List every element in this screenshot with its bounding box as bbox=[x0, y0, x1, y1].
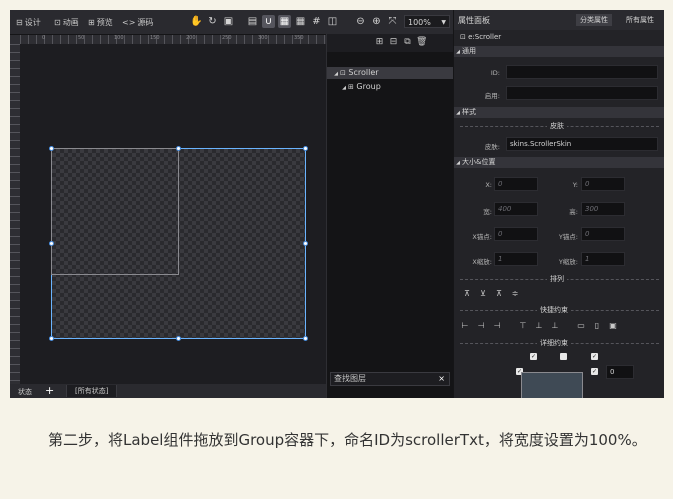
zoom-out-icon[interactable]: ⊖ bbox=[354, 15, 367, 28]
resize-handle-r[interactable] bbox=[303, 241, 308, 246]
ungroup-icon[interactable]: ⊟ bbox=[388, 37, 399, 48]
property-header: 属性面板 分类属性 所有属性 bbox=[454, 10, 664, 30]
width-field[interactable]: 400 bbox=[494, 202, 538, 216]
collapse-arrow-icon: ◢ bbox=[456, 49, 460, 55]
constraint-value-field[interactable]: 0 bbox=[606, 365, 634, 379]
layer-item-scroller[interactable]: ◢ ⊡ Scroller bbox=[327, 67, 459, 79]
snap-grid-icon[interactable]: # bbox=[310, 15, 323, 28]
align-icon[interactable]: ▦ bbox=[278, 15, 291, 28]
scale-y-field[interactable]: 1 bbox=[581, 252, 625, 266]
design-canvas[interactable] bbox=[20, 44, 326, 384]
x-field[interactable]: 0 bbox=[494, 177, 538, 191]
panel-title: 属性面板 bbox=[458, 16, 490, 25]
component-icon: ⊡ bbox=[340, 69, 346, 77]
object-name: ⊡ e:Scroller bbox=[460, 33, 502, 41]
y-field[interactable]: 0 bbox=[581, 177, 625, 191]
resize-handle-tr[interactable] bbox=[303, 146, 308, 151]
group-layer-icon: ⊞ bbox=[348, 83, 354, 91]
source-tab[interactable]: <> 源码 bbox=[122, 16, 153, 28]
constraint-checkbox-right[interactable]: ✓ bbox=[591, 368, 598, 375]
fit-icon[interactable]: ▣ bbox=[222, 15, 235, 28]
section-size-position[interactable]: ◢ 大小&位置 bbox=[454, 157, 664, 168]
anchor-y-field[interactable]: 0 bbox=[581, 227, 625, 241]
add-state-button[interactable]: + bbox=[45, 384, 54, 398]
enabled-field[interactable] bbox=[506, 86, 658, 100]
grid-icon[interactable]: ▦ bbox=[294, 15, 307, 28]
tab-all-props[interactable]: 所有属性 bbox=[622, 14, 658, 26]
property-panel: 属性面板 分类属性 所有属性 ⊡ e:Scroller ◢ 通用 ID: 启用: … bbox=[453, 10, 664, 398]
layer-panel: ⊞ ⊟ ⧉ 🗑 ◢ ⊡ Scroller ◢ ⊞ Group 查找图层 × bbox=[326, 34, 459, 398]
instruction-caption: 第二步，将Label组件拖放到Group容器下，命名ID为scrollerTxt… bbox=[48, 431, 647, 449]
animation-icon: ⊡ bbox=[54, 17, 61, 27]
preview-icon: ⊞ bbox=[88, 17, 95, 27]
constraint-preview-box bbox=[521, 372, 583, 398]
ruler-vertical bbox=[10, 44, 20, 384]
height-field[interactable]: 300 bbox=[581, 202, 625, 216]
hand-tool-icon[interactable]: ✋ bbox=[190, 15, 203, 28]
design-tab[interactable]: ⊟ 设计 bbox=[16, 16, 41, 28]
zoom-select[interactable]: 100% ▼ bbox=[404, 15, 450, 28]
send-backward-icon[interactable]: ⊼ bbox=[494, 289, 504, 299]
scale-x-field[interactable]: 1 bbox=[494, 252, 538, 266]
fill-height-icon[interactable]: ▯ bbox=[592, 321, 602, 331]
align-bottom-icon[interactable]: ⊥ bbox=[550, 321, 560, 331]
resize-handle-tl[interactable] bbox=[49, 146, 54, 151]
state-bar: 状态 + [所有状态] bbox=[10, 384, 326, 398]
layer-toolbar: ⊞ ⊟ ⧉ 🗑 bbox=[327, 34, 454, 52]
tab-category-props[interactable]: 分类属性 bbox=[576, 14, 612, 26]
id-field[interactable] bbox=[506, 65, 658, 79]
collapse-arrow-icon: ◢ bbox=[456, 160, 460, 166]
animation-tab[interactable]: ⊡ 动画 bbox=[54, 16, 79, 28]
code-icon: <> bbox=[122, 17, 136, 27]
constraint-checkbox-tl[interactable]: ✓ bbox=[530, 353, 537, 360]
group-component[interactable] bbox=[51, 148, 179, 275]
layer-icon[interactable]: ▤ bbox=[246, 15, 259, 28]
clear-search-icon[interactable]: × bbox=[438, 373, 445, 385]
align-hcenter-icon[interactable]: ⊣ bbox=[476, 321, 486, 331]
align-right-icon[interactable]: ⊣ bbox=[492, 321, 502, 331]
fill-width-icon[interactable]: ▭ bbox=[576, 321, 586, 331]
align-vcenter-icon[interactable]: ⊥ bbox=[534, 321, 544, 331]
section-style[interactable]: ◢ 样式 bbox=[454, 107, 664, 118]
expand-arrow-icon: ◢ bbox=[334, 71, 338, 77]
align-left-icon[interactable]: ⊢ bbox=[460, 321, 470, 331]
resize-handle-b[interactable] bbox=[176, 336, 181, 341]
design-icon: ⊟ bbox=[16, 17, 23, 27]
constraint-checkbox-tc[interactable] bbox=[560, 353, 567, 360]
chevron-down-icon: ▼ bbox=[441, 19, 446, 26]
section-general[interactable]: ◢ 通用 bbox=[454, 46, 664, 57]
layer-search-input[interactable]: 查找图层 × bbox=[330, 372, 450, 386]
bring-forward-icon[interactable]: ⊻ bbox=[478, 289, 488, 299]
toolbar: ⊟ 设计 ⊡ 动画 ⊞ 预览 <> 源码 ✋ ↻ ▣ ▤ ∪ ▦ ▦ # ◫ ⊖ ⊕ ⤧… bbox=[10, 10, 453, 35]
preview-tab[interactable]: ⊞ 预览 bbox=[88, 16, 113, 28]
collapse-arrow-icon: ◢ bbox=[456, 110, 460, 116]
fullscreen-icon[interactable]: ⤧ bbox=[386, 15, 399, 28]
state-tab-all[interactable]: [所有状态] bbox=[66, 385, 118, 397]
constraint-checkbox-tr[interactable]: ✓ bbox=[591, 353, 598, 360]
resize-handle-l[interactable] bbox=[49, 241, 54, 246]
send-bottom-icon[interactable]: ≑ bbox=[510, 289, 520, 299]
resize-handle-t[interactable] bbox=[176, 146, 181, 151]
magnet-icon[interactable]: ∪ bbox=[262, 15, 275, 28]
copy-icon[interactable]: ⧉ bbox=[402, 37, 413, 48]
expand-arrow-icon: ◢ bbox=[342, 85, 346, 91]
layer-item-group[interactable]: ◢ ⊞ Group bbox=[327, 81, 467, 93]
resize-handle-br[interactable] bbox=[303, 336, 308, 341]
trash-icon[interactable]: 🗑 bbox=[416, 37, 427, 48]
fill-both-icon[interactable]: ▣ bbox=[608, 321, 618, 331]
align-top-icon[interactable]: ⊤ bbox=[518, 321, 528, 331]
group-icon[interactable]: ⊞ bbox=[374, 37, 385, 48]
resize-handle-bl[interactable] bbox=[49, 336, 54, 341]
ruler-corner bbox=[10, 35, 20, 44]
zoom-in-icon[interactable]: ⊕ bbox=[370, 15, 383, 28]
editor-screenshot: ⊟ 设计 ⊡ 动画 ⊞ 预览 <> 源码 ✋ ↻ ▣ ▤ ∪ ▦ ▦ # ◫ ⊖ ⊕ ⤧… bbox=[10, 10, 664, 398]
anchor-x-field[interactable]: 0 bbox=[494, 227, 538, 241]
image-icon[interactable]: ◫ bbox=[326, 15, 339, 28]
ruler-horizontal: 0 50 100 150 200 250 300 350 bbox=[20, 35, 326, 44]
bring-top-icon[interactable]: ⊼ bbox=[462, 289, 472, 299]
refresh-icon[interactable]: ↻ bbox=[206, 15, 219, 28]
component-icon: ⊡ bbox=[460, 33, 469, 41]
skin-field[interactable]: skins.ScrollerSkin bbox=[506, 137, 658, 151]
